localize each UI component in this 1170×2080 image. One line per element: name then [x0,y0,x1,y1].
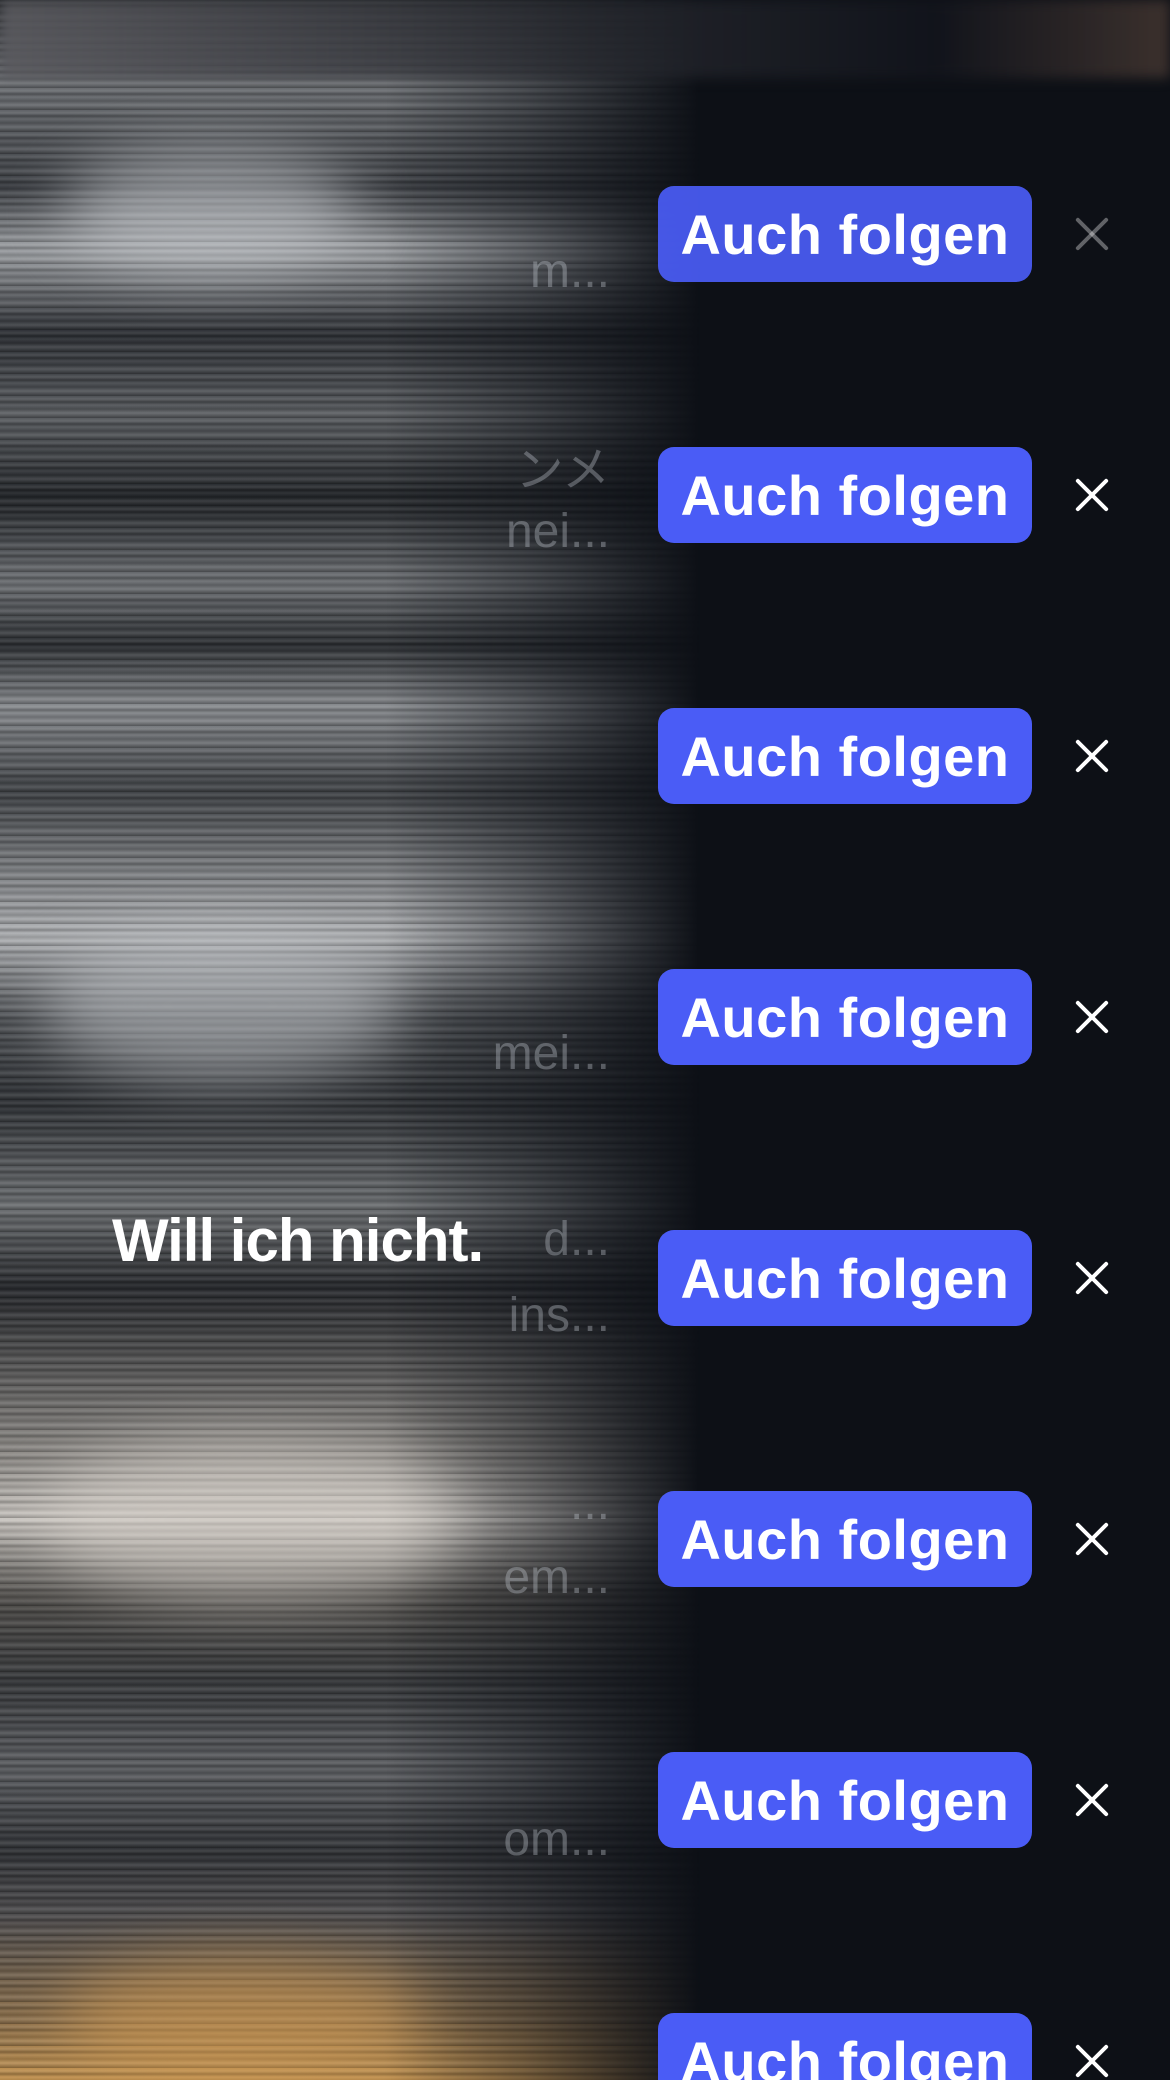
close-icon[interactable] [1070,473,1114,517]
close-icon[interactable] [1070,1778,1114,1822]
follow-back-button[interactable]: Auch folgen [658,447,1032,543]
suggestion-row: Auch folgen [0,969,1170,1065]
suggestion-row: Auch folgen [0,1752,1170,1848]
top-strip [0,0,1170,78]
close-icon[interactable] [1070,2039,1114,2080]
suggested-follows-screen: m... ンメ nei... mei... d... ins... ... em… [0,0,1170,2080]
suggestion-row: Auch folgen [0,2013,1170,2080]
suggestion-row: Auch folgen [0,186,1170,282]
follow-back-button[interactable]: Auch folgen [658,1230,1032,1326]
follow-back-button[interactable]: Auch folgen [658,1491,1032,1587]
follow-back-button[interactable]: Auch folgen [658,1752,1032,1848]
close-icon[interactable] [1070,734,1114,778]
follow-back-button[interactable]: Auch folgen [658,2013,1032,2080]
close-icon[interactable] [1070,1517,1114,1561]
suggestion-row: Auch folgen [0,708,1170,804]
suggestion-row: Auch folgen [0,1491,1170,1587]
close-icon[interactable] [1070,1256,1114,1300]
dismiss-toast: Will ich nicht. [112,1207,484,1274]
close-icon[interactable] [1070,212,1114,256]
follow-back-button[interactable]: Auch folgen [658,186,1032,282]
follow-back-button[interactable]: Auch folgen [658,969,1032,1065]
close-icon[interactable] [1070,995,1114,1039]
suggestion-row: Auch folgen [0,447,1170,543]
follow-back-button[interactable]: Auch folgen [658,708,1032,804]
